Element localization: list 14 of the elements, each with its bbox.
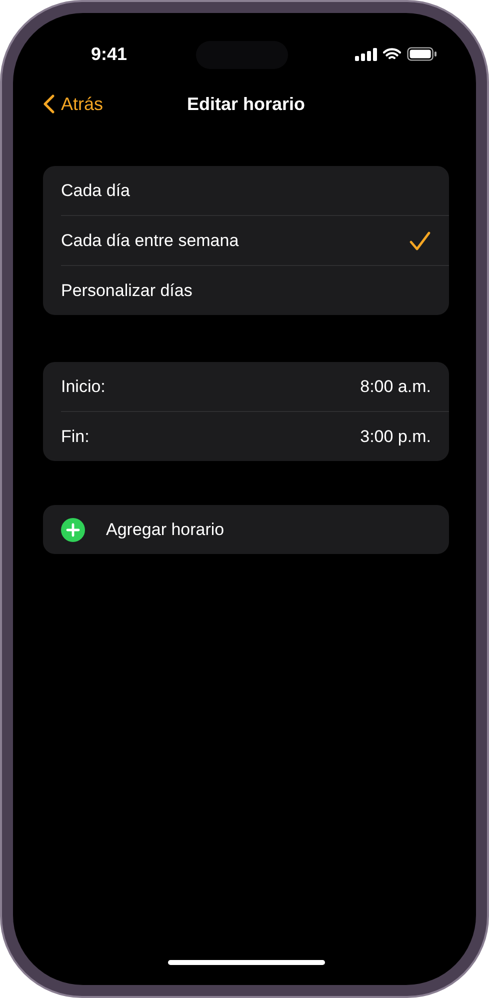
chevron-left-icon — [43, 94, 55, 114]
signal-icon — [355, 48, 377, 60]
time-row[interactable]: Fin: 3:00 p.m. — [61, 412, 449, 461]
status-time: 9:41 — [91, 44, 128, 64]
back-button[interactable]: Atrás — [37, 92, 110, 116]
add-schedule-button[interactable]: Agregar horario — [43, 505, 449, 554]
wifi-icon — [383, 48, 401, 60]
repeat-option[interactable]: Personalizar días — [61, 266, 449, 315]
plus-icon — [61, 518, 85, 542]
battery-icon — [407, 47, 437, 61]
repeat-option[interactable]: Cada día — [61, 166, 449, 216]
screen-title: Editar horario — [186, 94, 306, 114]
repeat-option[interactable]: Cada día entre semana — [61, 216, 449, 266]
time-row[interactable]: Inicio: 8:00 a.m. — [61, 362, 449, 412]
